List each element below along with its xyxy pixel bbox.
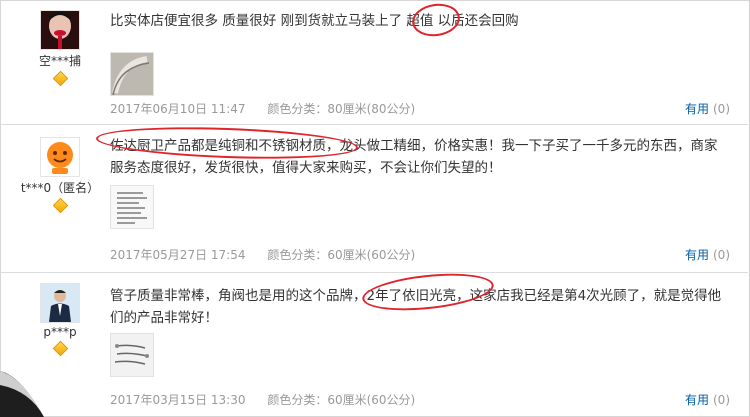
review-photo[interactable]	[110, 333, 154, 377]
review-item: p***p 管子质量非常棒，角阀也是用的这个品牌，2年了依旧光亮，这家店我已经是…	[0, 268, 748, 416]
reviewer-info: p***p	[20, 283, 100, 357]
reviewer-info: t***0（匿名）	[20, 137, 100, 214]
review-meta: 2017年05月27日 17:54 颜色分类：60厘米(60公分)	[110, 246, 433, 263]
review-date: 2017年05月27日 17:54	[110, 248, 246, 262]
review-text: 比实体店便宜很多 质量很好 刚到货就立马装上了 超值 以后还会回购	[110, 13, 519, 29]
page-curl-corner	[0, 371, 44, 417]
useful-count: (0)	[713, 102, 730, 116]
useful-button[interactable]: 有用	[685, 393, 709, 407]
review-text: 佐达厨卫产品都是纯铜和不锈钢材质，龙头做工精细，价格实惠！我一下子买了一千多元的…	[110, 138, 718, 176]
review-item: t***0（匿名） 佐达厨卫产品都是纯铜和不锈钢材质，龙头做工精细，价格实惠！我…	[0, 123, 748, 273]
review-spec: 颜色分类：80厘米(80公分)	[267, 102, 416, 116]
review-meta: 2017年03月15日 13:30 颜色分类：60厘米(60公分)	[110, 391, 433, 408]
reviewer-info: 空***捕	[20, 10, 100, 87]
review-spec: 颜色分类：60厘米(60公分)	[267, 248, 416, 262]
review-text: 管子质量非常棒，角阀也是用的这个品牌，2年了依旧光亮，这家店我已经是第4次光顾了…	[110, 288, 722, 326]
member-level-icon	[52, 197, 68, 214]
review-spec: 颜色分类：60厘米(60公分)	[267, 393, 416, 407]
reviewer-name[interactable]: 空***捕	[20, 52, 100, 69]
member-level-icon	[52, 70, 68, 87]
useful-count: (0)	[713, 248, 730, 262]
member-level-icon	[52, 340, 68, 357]
useful-button[interactable]: 有用	[685, 102, 709, 116]
reviewer-name[interactable]: p***p	[20, 325, 100, 339]
review-date: 2017年06月10日 11:47	[110, 102, 246, 116]
review-date: 2017年03月15日 13:30	[110, 393, 246, 407]
useful-count: (0)	[713, 393, 730, 407]
review-photo[interactable]	[110, 185, 154, 229]
useful-button[interactable]: 有用	[685, 248, 709, 262]
review-meta: 2017年06月10日 11:47 颜色分类：80厘米(80公分)	[110, 100, 433, 117]
useful-vote: 有用 (0)	[685, 100, 730, 117]
avatar[interactable]	[40, 137, 80, 177]
useful-vote: 有用 (0)	[685, 391, 730, 408]
reviewer-name[interactable]: t***0（匿名）	[20, 179, 100, 196]
review-photo[interactable]	[110, 52, 154, 96]
avatar[interactable]	[40, 283, 80, 323]
avatar[interactable]	[40, 10, 80, 50]
review-item: 空***捕 比实体店便宜很多 质量很好 刚到货就立马装上了 超值 以后还会回购 …	[0, 0, 748, 125]
useful-vote: 有用 (0)	[685, 246, 730, 263]
